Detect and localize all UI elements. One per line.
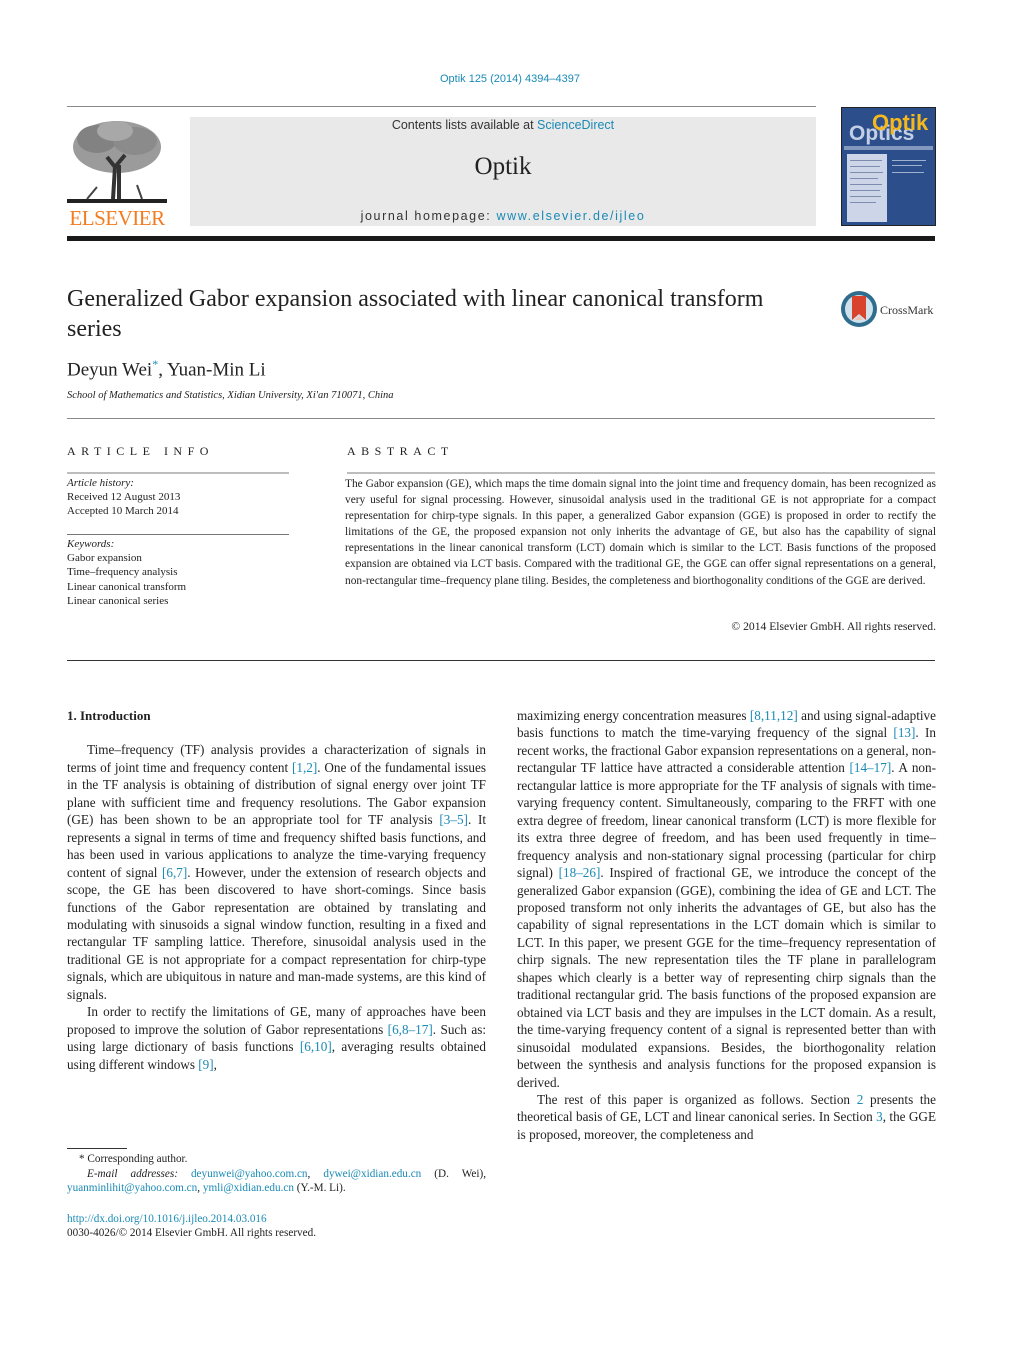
history-label: Article history: — [67, 477, 134, 489]
elsevier-wordmark: ELSEVIER — [69, 206, 165, 230]
citation-link[interactable]: [3–5] — [439, 812, 468, 827]
crossmark-button[interactable]: CrossMark — [840, 290, 940, 330]
footnotes: * Corresponding author. E-mail addresses… — [67, 1152, 486, 1196]
email-label: E-mail addresses: — [87, 1167, 191, 1180]
body-left-column: 1. Introduction Time–frequency (TF) anal… — [67, 707, 486, 1073]
abstract-text: The Gabor expansion (GE), which maps the… — [345, 478, 936, 587]
body-text: , — [213, 1056, 217, 1072]
body-text: . However, under the extension of resear… — [67, 864, 486, 1002]
header-thick-rule — [67, 236, 935, 241]
homepage-prefix: journal homepage: — [360, 209, 497, 223]
header-divider — [67, 106, 816, 107]
article-history: Article history: Received 12 August 2013… — [67, 476, 289, 519]
citation-link[interactable]: [13] — [893, 725, 915, 740]
author-name[interactable]: Deyun Wei — [67, 359, 152, 380]
author-affiliation: School of Mathematics and Statistics, Xi… — [67, 390, 394, 401]
keyword: Linear canonical series — [67, 594, 169, 607]
citation-link[interactable]: [14–17] — [849, 760, 891, 775]
citation-link[interactable]: [8,11,12] — [750, 708, 798, 723]
contents-availability: Contents lists available at ScienceDirec… — [190, 117, 816, 132]
email-link[interactable]: yuanminlihit@yahoo.com.cn — [67, 1182, 197, 1194]
journal-reference[interactable]: Optik 125 (2014) 4394–4397 — [0, 73, 1020, 85]
article-info-heading: ARTICLE INFO — [67, 444, 214, 458]
corresponding-author-note: * Corresponding author. — [79, 1153, 188, 1165]
citation-link[interactable]: [6,10] — [300, 1039, 332, 1054]
citation-link[interactable]: [6,8–17] — [388, 1022, 433, 1037]
keyword: Linear canonical transform — [67, 580, 187, 593]
section-heading-introduction: 1. Introduction — [67, 708, 151, 723]
keywords-label: Keywords: — [67, 538, 115, 550]
sciencedirect-link[interactable]: ScienceDirect — [537, 118, 614, 132]
affiliation-divider — [67, 418, 935, 419]
keyword: Time–frequency analysis — [67, 566, 178, 579]
left-paragraphs: Time–frequency (TF) analysis provides a … — [67, 741, 486, 1073]
body-text: . A non-rectangular lattice is more appr… — [517, 760, 936, 881]
accepted-date: Accepted 10 March 2014 — [67, 505, 179, 518]
right-paragraphs: maximizing energy concentration measures… — [517, 707, 936, 1143]
email-addresses: E-mail addresses: deyunwei@yahoo.com.cn,… — [67, 1167, 486, 1195]
email-link[interactable]: dywei@xidian.edu.cn — [323, 1168, 421, 1180]
doi-block: http://dx.doi.org/10.1016/j.ijleo.2014.0… — [67, 1212, 486, 1240]
journal-reference-link[interactable]: Optik 125 (2014) 4394–4397 — [440, 73, 580, 85]
body-right-column: maximizing energy concentration measures… — [517, 707, 936, 1143]
journal-homepage: journal homepage: www.elsevier.de/ijleo — [190, 209, 816, 223]
email-link[interactable]: deyunwei@yahoo.com.cn — [191, 1168, 308, 1180]
doi-link[interactable]: http://dx.doi.org/10.1016/j.ijleo.2014.0… — [67, 1212, 486, 1226]
journal-cover-image[interactable]: Optics Optik — [841, 107, 936, 226]
citation-link[interactable]: [9] — [198, 1057, 213, 1072]
crossmark-icon — [841, 291, 877, 327]
body-text: The rest of this paper is organized as f… — [537, 1091, 857, 1107]
footnote-rule — [67, 1148, 127, 1149]
body-text: . Inspired of fractional GE, we introduc… — [517, 865, 936, 1090]
body-paragraph: The rest of this paper is organized as f… — [517, 1091, 936, 1143]
email-link[interactable]: ymli@xidian.edu.cn — [203, 1182, 294, 1194]
body-text: maximizing energy concentration measures — [517, 708, 750, 723]
journal-header-panel: Contents lists available at ScienceDirec… — [190, 117, 816, 226]
cover-band — [844, 146, 933, 150]
abstract-rule — [347, 472, 935, 474]
citation-link[interactable]: [1,2] — [292, 760, 317, 775]
author-separator: , — [158, 359, 167, 381]
elsevier-tree-icon — [67, 121, 167, 203]
citation-link[interactable]: 3 — [876, 1109, 883, 1124]
cover-title-optik: Optik — [872, 110, 929, 135]
contents-prefix: Contents lists available at — [391, 118, 538, 132]
citation-link[interactable]: [18–26] — [559, 865, 601, 880]
received-date: Received 12 August 2013 — [67, 491, 181, 504]
email-owner: (D. Wei), — [421, 1167, 486, 1180]
keywords-rule — [67, 534, 289, 535]
abstract-copyright: © 2014 Elsevier GmbH. All rights reserve… — [731, 620, 936, 633]
author-list: Deyun Wei*, Yuan-Min Li — [67, 357, 266, 381]
homepage-link[interactable]: www.elsevier.de/ijleo — [496, 209, 645, 223]
body-paragraph: maximizing energy concentration measures… — [517, 707, 936, 1091]
front-matter-divider — [67, 660, 935, 661]
article-title: Generalized Gabor expansion associated w… — [67, 286, 764, 342]
crossmark-label: CrossMark — [880, 303, 934, 317]
elsevier-logo[interactable]: ELSEVIER — [67, 117, 167, 230]
issn-copyright: 0030-4026/© 2014 Elsevier GmbH. All righ… — [67, 1227, 316, 1239]
body-paragraph: In order to rectify the limitations of G… — [67, 1003, 486, 1073]
abstract-heading: ABSTRACT — [347, 444, 454, 458]
cover-contents-panel — [847, 154, 887, 222]
journal-name: Optik — [474, 153, 532, 180]
article-info-rule — [67, 472, 289, 474]
citation-link[interactable]: [6,7] — [162, 865, 187, 880]
keywords-block: Keywords: Gabor expansion Time–frequency… — [67, 537, 289, 608]
keyword: Gabor expansion — [67, 552, 142, 565]
body-paragraph: Time–frequency (TF) analysis provides a … — [67, 741, 486, 1003]
author-name[interactable]: Yuan-Min Li — [167, 359, 266, 380]
email-owner: (Y.-M. Li). — [293, 1182, 346, 1194]
